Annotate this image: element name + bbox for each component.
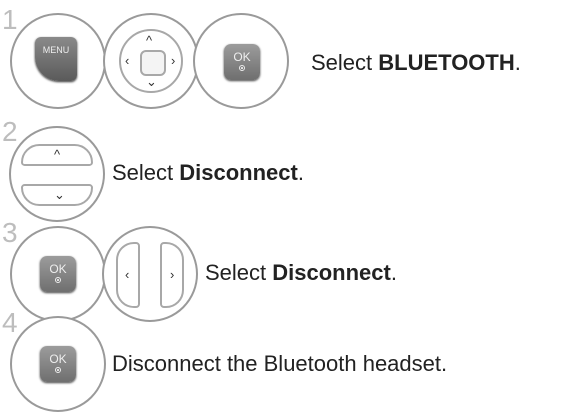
menu-button[interactable]: MENU <box>35 37 77 81</box>
chevron-left-icon: ‹ <box>125 267 130 282</box>
step-3-text-prefix: Select <box>205 260 273 285</box>
step-4-instruction: Disconnect the Bluetooth headset. <box>112 353 447 375</box>
navigation-pad[interactable]: ^ ⌄ ‹ › <box>119 29 183 93</box>
step-2-text-prefix: Select <box>112 160 180 185</box>
chevron-up-icon[interactable]: ^ <box>146 34 152 47</box>
step-2-text-suffix: . <box>297 160 304 185</box>
step-1-ok-circle: OK <box>193 13 289 109</box>
right-button[interactable]: › <box>160 242 184 308</box>
up-button[interactable]: ^ <box>21 144 93 166</box>
center-button[interactable] <box>140 50 166 76</box>
step-3-text-bold: Disconnect <box>272 260 391 285</box>
chevron-down-icon[interactable]: ⌄ <box>146 75 157 88</box>
ok-button[interactable]: OK <box>224 44 260 80</box>
step-3-instruction: Select Disconnect. <box>205 262 397 284</box>
ok-button[interactable]: OK <box>40 346 76 382</box>
ok-button-label: OK <box>233 50 251 64</box>
step-1-menu-circle: MENU <box>10 13 106 109</box>
chevron-right-icon[interactable]: › <box>171 54 175 67</box>
step-1-number: 1 <box>2 4 18 35</box>
step-1-text-suffix: . <box>514 50 521 75</box>
chevron-right-icon: › <box>170 267 175 282</box>
step-4-number: 4 <box>2 307 18 338</box>
step-2-text-bold: Disconnect <box>179 160 298 185</box>
step-3-number: 3 <box>2 217 18 248</box>
step-3-leftright-circle: ‹ › <box>102 226 198 322</box>
step-2-number: 2 <box>2 116 18 147</box>
ok-button[interactable]: OK <box>40 256 76 292</box>
ok-button-label: OK <box>49 262 67 276</box>
chevron-left-icon[interactable]: ‹ <box>125 54 129 67</box>
menu-button-label: MENU <box>42 45 70 55</box>
step-2-updown-circle: ^ ⌄ <box>9 126 105 222</box>
down-button[interactable]: ⌄ <box>21 184 93 206</box>
step-1-text-bold: BLUETOOTH <box>378 50 515 75</box>
step-1-text-prefix: Select <box>311 50 379 75</box>
step-4-text: Disconnect the Bluetooth headset. <box>112 351 448 376</box>
ok-dot-icon <box>55 367 61 373</box>
chevron-up-icon: ^ <box>54 147 61 162</box>
step-3-text-suffix: . <box>390 260 397 285</box>
ok-dot-icon <box>55 277 61 283</box>
ok-button-label: OK <box>49 352 67 366</box>
ok-dot-icon <box>239 65 245 71</box>
left-button[interactable]: ‹ <box>116 242 140 308</box>
step-2-instruction: Select Disconnect. <box>112 162 304 184</box>
chevron-down-icon: ⌄ <box>54 187 65 202</box>
step-1-navigation-circle: ^ ⌄ ‹ › <box>103 13 199 109</box>
step-1-instruction: Select BLUETOOTH. <box>311 52 521 74</box>
step-4-ok-circle: OK <box>10 316 106 412</box>
step-3-ok-circle: OK <box>10 226 106 322</box>
